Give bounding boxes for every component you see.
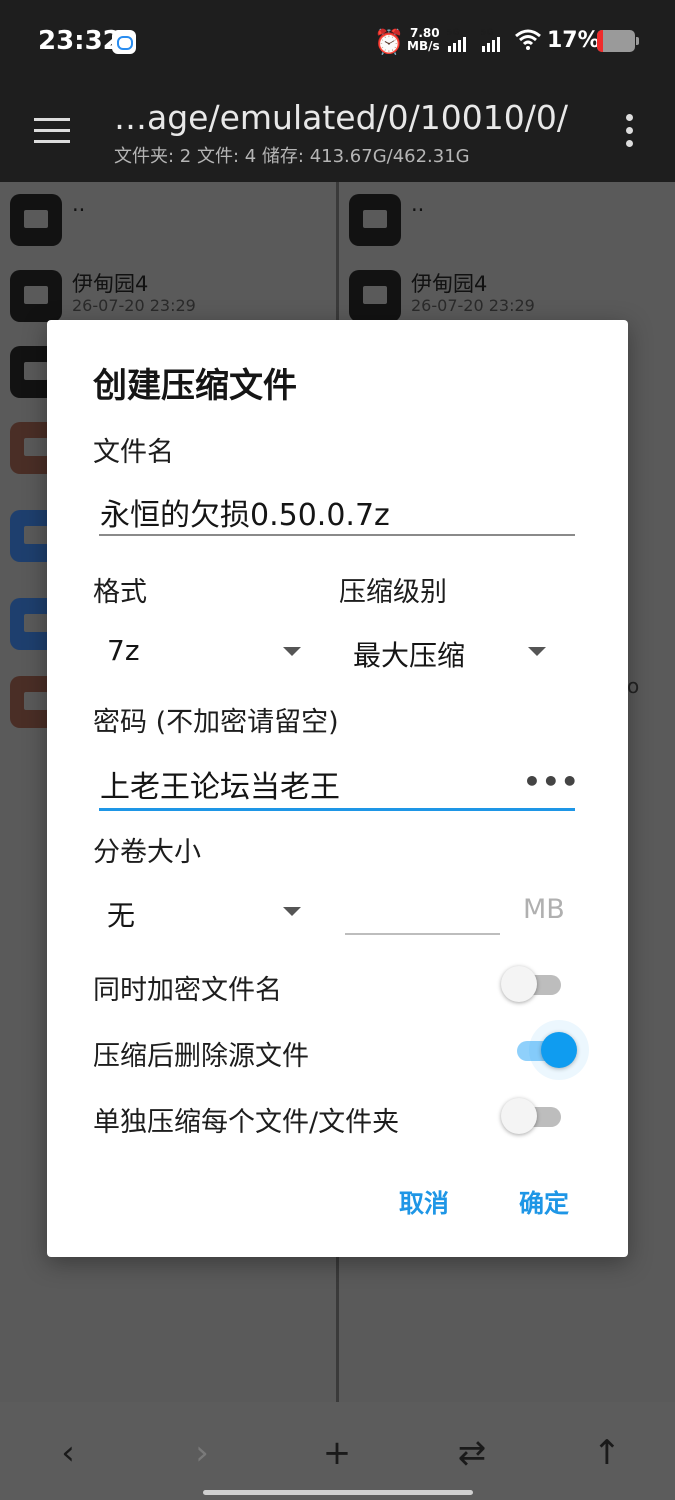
filename-label: 文件名 (93, 437, 174, 468)
folder-icon (349, 270, 401, 322)
item-name: 伊甸园4 (72, 272, 149, 296)
swap-panes-icon[interactable]: ⇄ (442, 1428, 502, 1478)
net-speed-unit: MB/s (407, 39, 440, 53)
back-arrow-icon[interactable]: ‹ (38, 1428, 98, 1478)
show-password-icon[interactable]: ••• (523, 768, 580, 796)
format-value: 7z (107, 634, 140, 667)
wifi-icon (514, 28, 542, 56)
confirm-button[interactable]: 确定 (519, 1184, 569, 1220)
add-icon[interactable]: + (307, 1428, 367, 1478)
item-name: 伊甸园4 (411, 272, 488, 296)
encrypt-filenames-label: 同时加密文件名 (93, 975, 282, 1006)
alarm-icon: ⏰ (374, 28, 404, 56)
item-date: 26-07-20 23:29 (411, 296, 535, 315)
status-time: 23:32 (38, 26, 121, 56)
folder-summary: 文件夹: 2 文件: 4 储存: 413.67G/462.31G (114, 146, 470, 167)
hamburger-menu-icon[interactable] (34, 118, 70, 144)
format-label: 格式 (93, 577, 147, 608)
status-bar: 23:32 ⏰ 7.80 MB/s 5G 5G 17% (0, 0, 675, 84)
encrypt-filenames-switch[interactable] (501, 964, 563, 1004)
folder-icon (349, 194, 401, 246)
network-speed: 7.80 MB/s (407, 27, 440, 53)
forward-arrow-icon[interactable]: › (172, 1428, 232, 1478)
cancel-button[interactable]: 取消 (399, 1184, 449, 1220)
battery-icon (597, 30, 639, 52)
compress-separately-switch[interactable] (501, 1096, 563, 1136)
list-item[interactable]: .. (339, 182, 675, 258)
dropdown-arrow-icon (528, 647, 546, 656)
compress-separately-label: 单独压缩每个文件/文件夹 (93, 1107, 400, 1138)
parent-folder-icon[interactable]: ↑ (577, 1428, 637, 1478)
compression-level-label: 压缩级别 (339, 577, 447, 608)
bottom-nav-bar: ‹ › + ⇄ ↑ (0, 1402, 675, 1500)
sim1-signal-icon: 5G (446, 28, 472, 52)
volume-size-input[interactable] (345, 933, 500, 935)
password-input[interactable]: 上老王论坛当老王 (100, 762, 340, 806)
partial-item-text: o (627, 674, 640, 698)
item-name: .. (72, 192, 86, 216)
sim2-signal-icon: 5G (480, 28, 506, 52)
list-item[interactable]: .. (0, 182, 336, 258)
dropdown-arrow-icon (283, 647, 301, 656)
current-path: …age/emulated/0/10010/0/ (114, 98, 568, 137)
item-name: .. (411, 192, 425, 216)
password-underline (99, 808, 575, 811)
volume-size-value: 无 (107, 899, 136, 932)
delete-source-switch[interactable] (513, 1030, 577, 1070)
volume-size-label: 分卷大小 (93, 837, 201, 868)
cloud-app-icon (112, 30, 136, 54)
delete-source-label: 压缩后删除源文件 (93, 1041, 309, 1072)
filename-underline (99, 534, 575, 536)
volume-unit: MB (523, 894, 565, 925)
filename-input[interactable]: 永恒的欠损0.50.0.7z (100, 490, 390, 534)
battery-percent: 17% (547, 28, 600, 53)
dialog-title: 创建压缩文件 (93, 366, 297, 406)
compression-level-value: 最大压缩 (353, 639, 466, 672)
dropdown-arrow-icon (283, 907, 301, 916)
gesture-home-bar[interactable] (203, 1490, 473, 1495)
password-label: 密码 (不加密请留空) (93, 707, 339, 738)
folder-icon (10, 194, 62, 246)
more-options-icon[interactable] (626, 114, 634, 153)
create-archive-dialog: 创建压缩文件 文件名 永恒的欠损0.50.0.7z 格式 压缩级别 7z 最大压… (47, 320, 628, 1257)
item-date: 26-07-20 23:29 (72, 296, 196, 315)
folder-icon (10, 270, 62, 322)
app-toolbar: …age/emulated/0/10010/0/ 文件夹: 2 文件: 4 储存… (0, 84, 675, 182)
